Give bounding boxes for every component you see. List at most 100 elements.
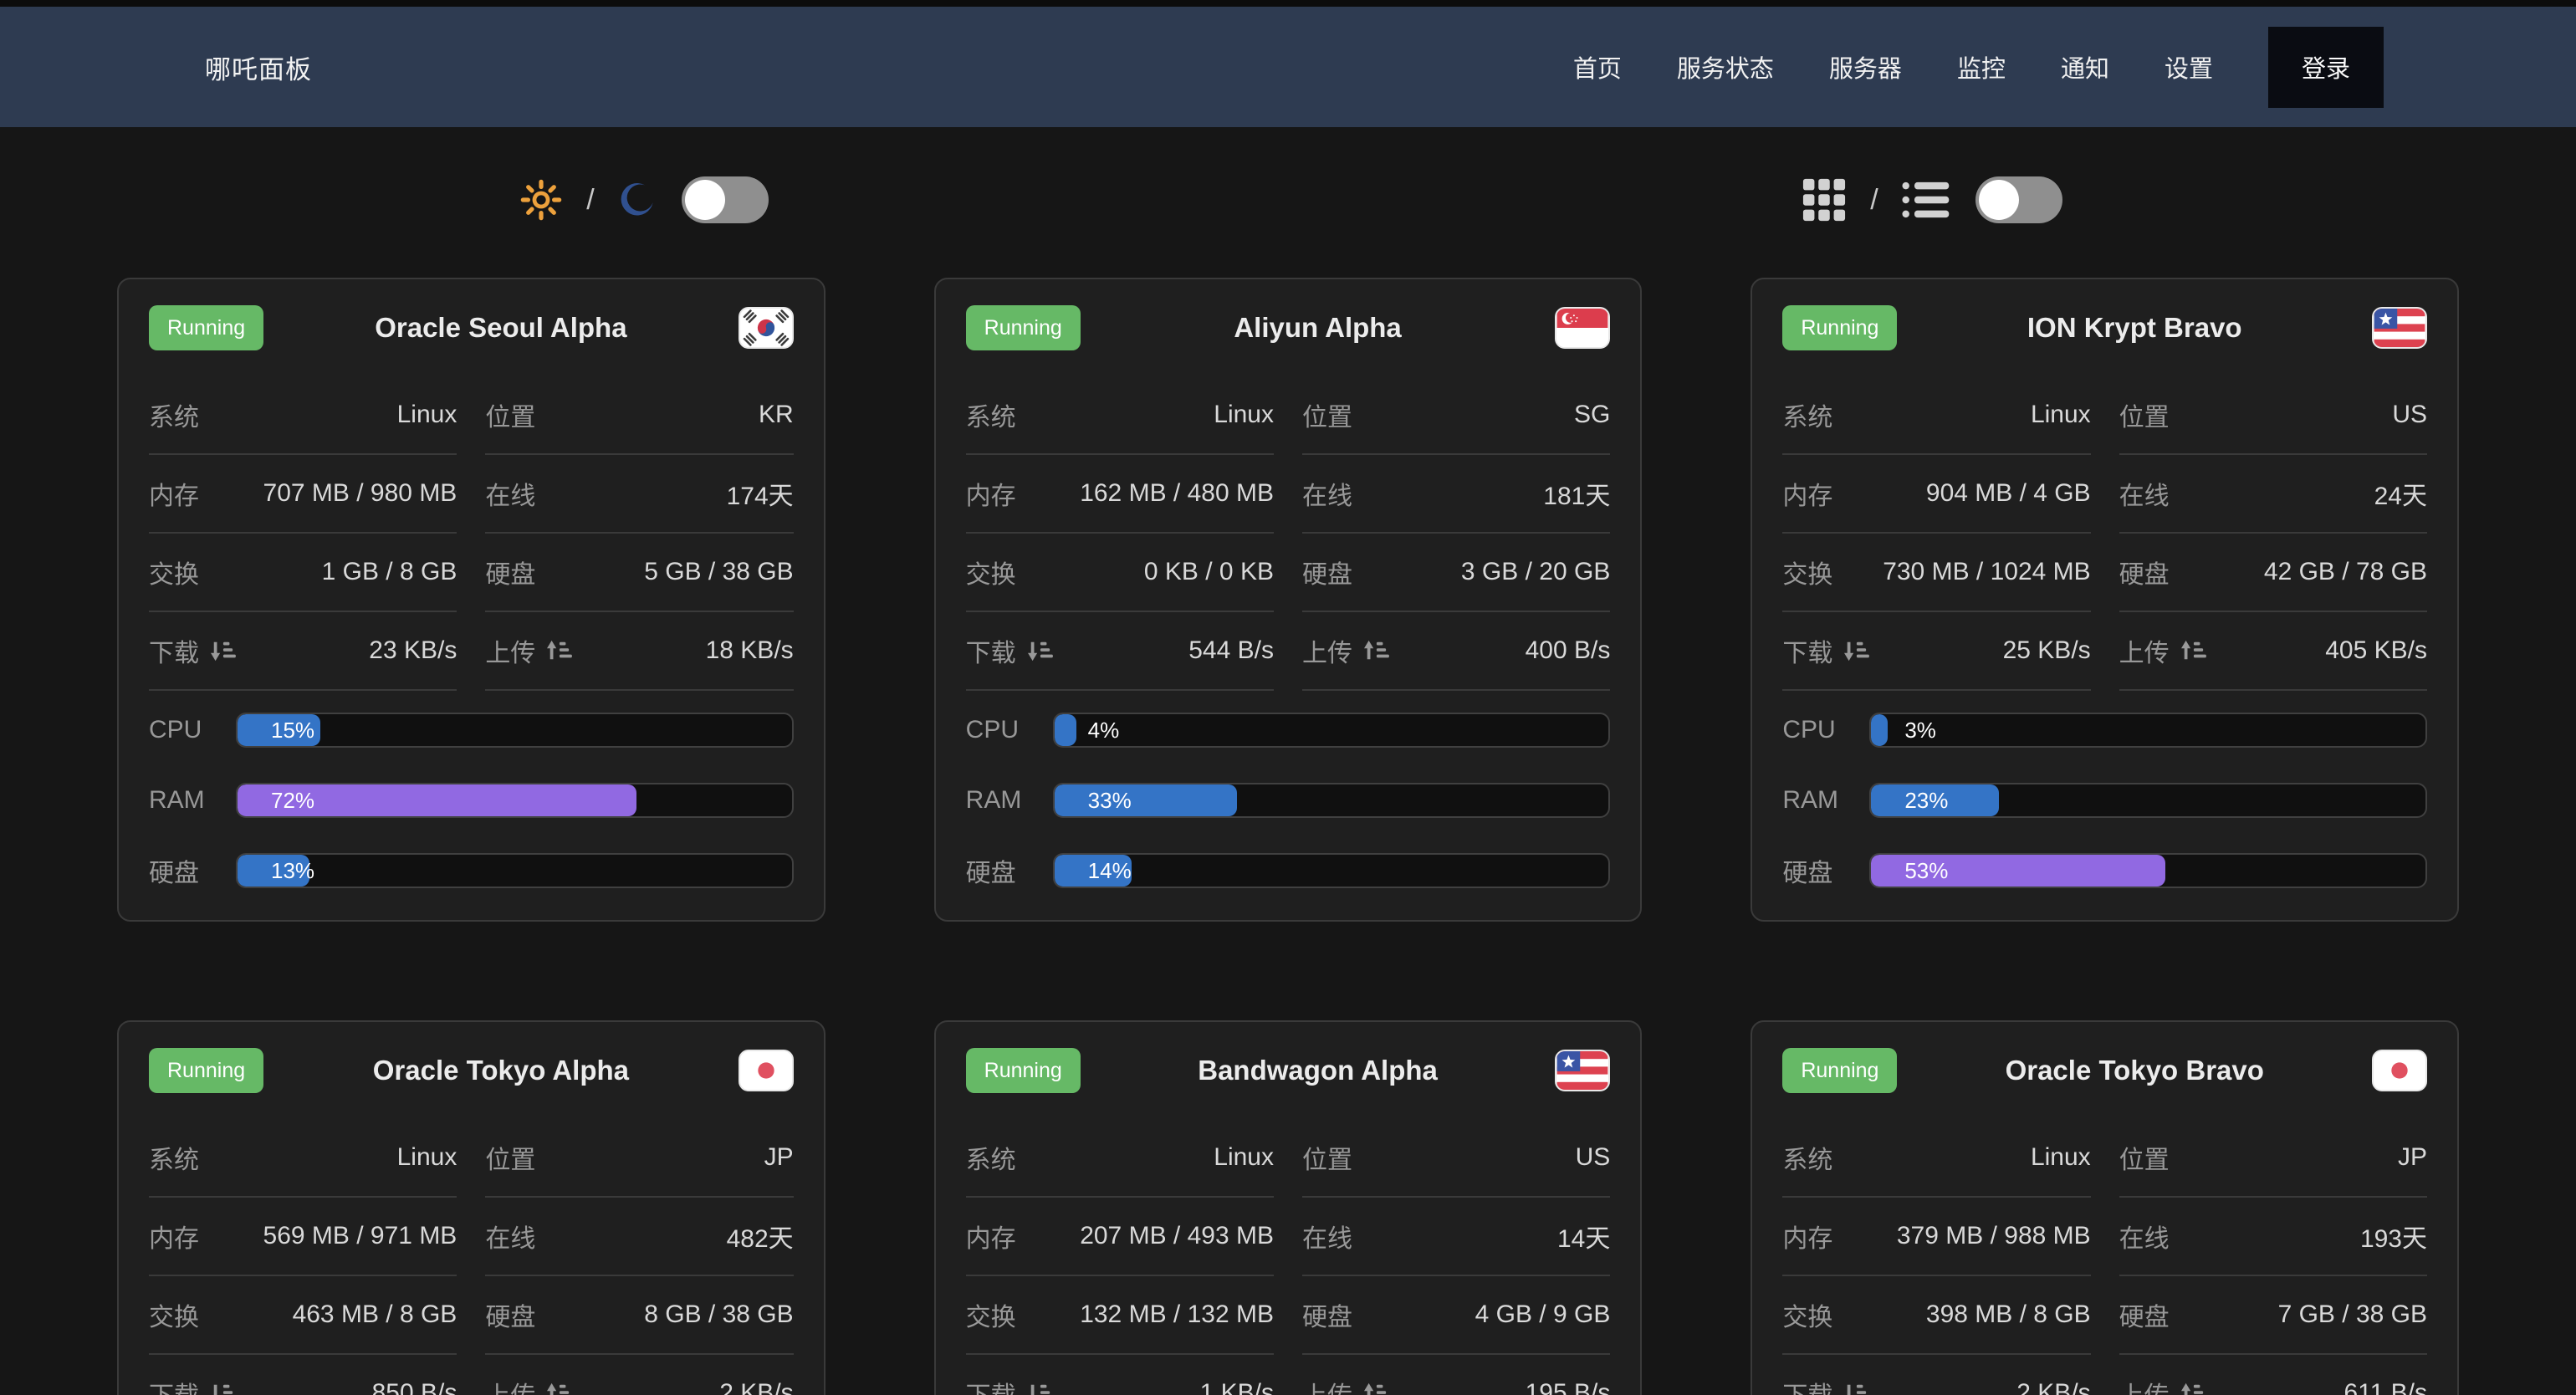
- detail-row: 内存569 MB / 971 MB在线482天: [149, 1198, 794, 1276]
- view-switch[interactable]: [1975, 176, 2062, 223]
- view-toggle-group: /: [1288, 174, 2576, 226]
- field-memory-label: 内存: [966, 475, 1016, 512]
- cpu-usage-bar-row: CPU3%: [1782, 713, 2427, 748]
- field-swap-label: 交换: [966, 554, 1016, 590]
- sort-down-icon: [209, 639, 236, 662]
- field-download-value: 23 KB/s: [369, 636, 457, 665]
- field-swap-label: 交换: [1782, 1296, 1832, 1333]
- field-uptime: 在线24天: [2119, 455, 2427, 534]
- detail-row: 系统Linux位置JP: [149, 1119, 794, 1198]
- field-location-label: 位置: [1302, 396, 1352, 433]
- field-upload: 上传400 B/s: [1302, 612, 1610, 691]
- field-uptime-label: 在线: [2119, 1218, 2170, 1254]
- field-memory-value: 707 MB / 980 MB: [263, 479, 457, 508]
- detail-row: 下载2 KB/s上传611 B/s: [1782, 1355, 2427, 1395]
- field-system-label: 系统: [149, 396, 199, 433]
- country-flag-icon-kr: [739, 307, 794, 349]
- nav-item-settings[interactable]: 设置: [2165, 49, 2213, 84]
- field-uptime-value: 181天: [1543, 475, 1610, 512]
- field-location-label: 位置: [485, 396, 535, 433]
- field-location-value: JP: [764, 1143, 794, 1172]
- disk-bar-track: 13%: [236, 853, 794, 888]
- field-upload-value: 400 B/s: [1526, 636, 1611, 665]
- field-system: 系统Linux: [149, 376, 457, 455]
- field-disk-value: 8 GB / 38 GB: [644, 1300, 793, 1329]
- card-header: Running Oracle Seoul Alpha: [149, 304, 794, 351]
- top-strip: [0, 0, 2576, 7]
- nav-item-servers[interactable]: 服务器: [1829, 49, 1902, 84]
- card-header: Running ION Krypt Bravo: [1782, 304, 2427, 351]
- server-card-grid: Running Oracle Seoul Alpha 系统Linux 位置 KR 内存…: [117, 278, 2459, 1395]
- ram-bar-track: 33%: [1053, 783, 1611, 818]
- field-download: 下载2 KB/s: [1782, 1355, 2090, 1395]
- login-button[interactable]: 登录: [2268, 27, 2384, 108]
- server-name: Oracle Seoul Alpha: [263, 312, 739, 344]
- field-swap: 交换398 MB / 8 GB: [1782, 1276, 2090, 1355]
- sun-icon: [519, 178, 563, 222]
- detail-row: 交换0 KB / 0 KB硬盘3 GB / 20 GB: [966, 534, 1611, 612]
- field-swap: 交换1 GB / 8 GB: [149, 534, 457, 612]
- sort-up-icon: [1362, 1382, 1389, 1395]
- field-system-label: 系统: [1782, 1139, 1832, 1176]
- nav-item-monitoring[interactable]: 监控: [1957, 49, 2006, 84]
- field-disk-value: 42 GB / 78 GB: [2264, 558, 2427, 586]
- field-location-label: 位置: [485, 1139, 535, 1176]
- list-view-icon: [1902, 180, 1952, 220]
- detail-rows: 系统Linux位置JP内存569 MB / 971 MB在线482天交换463 …: [149, 1119, 794, 1395]
- field-download-label: 下载: [1782, 632, 1869, 669]
- usage-bars: CPU3%RAM23%硬盘53%: [1782, 691, 2427, 888]
- detail-row: 下载25 KB/s上传405 KB/s: [1782, 612, 2427, 691]
- field-uptime-label: 在线: [485, 1218, 535, 1254]
- country-flag-icon-sg: [1555, 307, 1610, 349]
- field-disk: 硬盘4 GB / 9 GB: [1302, 1276, 1610, 1355]
- field-memory: 内存 707 MB / 980 MB: [149, 455, 457, 534]
- detail-row: 交换1 GB / 8 GB 硬盘5 GB / 38 GB: [149, 534, 794, 612]
- theme-switch[interactable]: [682, 176, 769, 223]
- field-download-label: 下载: [966, 632, 1053, 669]
- field-location-value: JP: [2398, 1143, 2427, 1172]
- nav-item-home[interactable]: 首页: [1573, 49, 1622, 84]
- detail-row: 下载544 B/s 上传400 B/s: [966, 612, 1611, 691]
- field-location-value: KR: [759, 401, 794, 429]
- ram-bar-label: RAM: [149, 786, 236, 815]
- nav-item-notifications[interactable]: 通知: [2061, 49, 2109, 84]
- ram-usage-bar-row: RAM23%: [1782, 783, 2427, 818]
- field-download-label: 下载: [149, 1375, 236, 1395]
- theme-separator: /: [586, 184, 594, 217]
- detail-row: 内存904 MB / 4 GB 在线24天: [1782, 455, 2427, 534]
- view-separator: /: [1870, 184, 1878, 217]
- field-memory-label: 内存: [966, 1218, 1016, 1254]
- field-download: 下载544 B/s: [966, 612, 1274, 691]
- brand[interactable]: 哪吒面板: [205, 49, 312, 86]
- field-memory: 内存904 MB / 4 GB: [1782, 455, 2090, 534]
- field-location: 位置 KR: [485, 376, 793, 455]
- field-location-value: SG: [1574, 401, 1610, 429]
- field-disk-label: 硬盘: [485, 1296, 535, 1333]
- field-uptime: 在线 193天: [2119, 1198, 2427, 1276]
- field-download: 下载23 KB/s: [149, 612, 457, 691]
- field-memory: 内存207 MB / 493 MB: [966, 1198, 1274, 1276]
- usage-bars: CPU15%RAM72%硬盘13%: [149, 691, 794, 888]
- field-memory-label: 内存: [149, 475, 199, 512]
- field-disk: 硬盘5 GB / 38 GB: [485, 534, 793, 612]
- field-download: 下载850 B/s: [149, 1355, 457, 1395]
- field-system: 系统Linux: [966, 1119, 1274, 1198]
- server-card: Running Oracle Tokyo Bravo 系统Linux位置JP内存…: [1751, 1020, 2459, 1395]
- field-location-value: US: [1576, 1143, 1611, 1172]
- field-location-value: US: [2392, 401, 2427, 429]
- field-swap-value: 0 KB / 0 KB: [1144, 558, 1274, 586]
- field-uptime-value: 193天: [2360, 1218, 2427, 1254]
- ram-bar-percent: 33%: [1088, 784, 1132, 816]
- server-name: Oracle Tokyo Alpha: [263, 1055, 739, 1086]
- field-system-label: 系统: [966, 1139, 1016, 1176]
- country-flag-icon-jp: [739, 1050, 794, 1091]
- server-name: Aliyun Alpha: [1081, 312, 1556, 344]
- card-header: Running Oracle Tokyo Bravo: [1782, 1047, 2427, 1094]
- country-flag-icon-us: [1555, 1050, 1610, 1091]
- field-memory-value: 569 MB / 971 MB: [263, 1222, 457, 1250]
- field-download-value: 2 KB/s: [2016, 1379, 2090, 1395]
- nav-item-service-status[interactable]: 服务状态: [1677, 49, 1774, 84]
- field-system: 系统Linux: [966, 376, 1274, 455]
- field-memory: 内存162 MB / 480 MB: [966, 455, 1274, 534]
- disk-usage-bar-row: 硬盘14%: [966, 853, 1611, 888]
